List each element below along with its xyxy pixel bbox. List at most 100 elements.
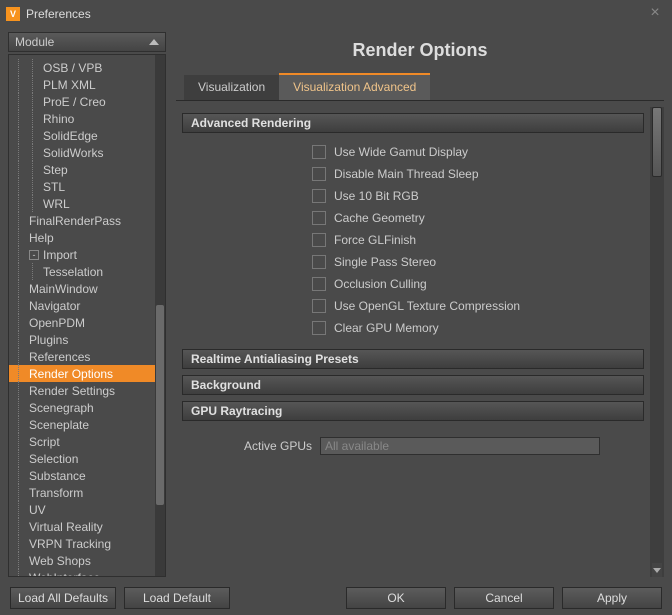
titlebar: V Preferences × — [0, 0, 672, 28]
tree-item-label: OSB / VPB — [43, 61, 102, 75]
pane-wrapper: Advanced Rendering Use Wide Gamut Displa… — [176, 107, 664, 577]
load-all-defaults-button[interactable]: Load All Defaults — [10, 587, 116, 609]
tree-item[interactable]: VRPN Tracking — [9, 535, 155, 552]
tab-visualization[interactable]: Visualization — [184, 75, 279, 100]
tree-item-label: Tesselation — [43, 265, 103, 279]
active-gpus-input[interactable] — [320, 437, 600, 455]
tree-item[interactable]: Script — [9, 433, 155, 450]
option-disable-sleep[interactable]: Disable Main Thread Sleep — [182, 163, 644, 185]
pane-scrollbar-track[interactable] — [650, 107, 664, 577]
tree-item[interactable]: Plugins — [9, 331, 155, 348]
scroll-down-icon[interactable] — [652, 563, 662, 577]
option-single-pass-stereo[interactable]: Single Pass Stereo — [182, 251, 644, 273]
tree-item-label: Import — [43, 248, 77, 262]
checkbox[interactable] — [312, 299, 326, 313]
tree-item[interactable]: Step — [9, 161, 155, 178]
module-label: Module — [15, 35, 54, 49]
checkbox-label: Single Pass Stereo — [334, 255, 436, 269]
module-tree: OSB / VPB PLM XMLProE / CreoRhinoSolidEdg… — [8, 54, 166, 577]
tree-item[interactable]: Tesselation — [9, 263, 155, 280]
ok-button[interactable]: OK — [346, 587, 446, 609]
option-opengl-tex-comp[interactable]: Use OpenGL Texture Compression — [182, 295, 644, 317]
tree-item-label: Virtual Reality — [29, 520, 103, 534]
tree-item[interactable]: WRL — [9, 195, 155, 212]
tree-item[interactable]: Substance — [9, 467, 155, 484]
tree-item-label: Plugins — [29, 333, 68, 347]
section-gpu-raytracing-header[interactable]: GPU Raytracing — [182, 401, 644, 421]
tree-item[interactable]: Transform — [9, 484, 155, 501]
tree-item-label: Script — [29, 435, 60, 449]
tree-item-label: Web Shops — [29, 554, 91, 568]
tree-item[interactable]: Virtual Reality — [9, 518, 155, 535]
tree-item[interactable]: WebInterface — [9, 569, 155, 576]
option-use-10bit[interactable]: Use 10 Bit RGB — [182, 185, 644, 207]
tree-item-label: References — [29, 350, 90, 364]
cancel-button[interactable]: Cancel — [454, 587, 554, 609]
panel-title: Render Options — [176, 40, 664, 61]
checkbox[interactable] — [312, 321, 326, 335]
checkbox[interactable] — [312, 233, 326, 247]
section-advanced-rendering-body: Use Wide Gamut Display Disable Main Thre… — [182, 139, 644, 349]
checkbox[interactable] — [312, 189, 326, 203]
tab-row: Visualization Visualization Advanced — [176, 73, 664, 101]
tree-item[interactable]: Help — [9, 229, 155, 246]
tree-item[interactable]: Render Options — [9, 365, 155, 382]
tree-item[interactable]: Selection — [9, 450, 155, 467]
tree-item[interactable]: STL — [9, 178, 155, 195]
checkbox-label: Use OpenGL Texture Compression — [334, 299, 520, 313]
active-gpus-label: Active GPUs — [242, 439, 312, 453]
tree-item[interactable]: Scenegraph — [9, 399, 155, 416]
option-force-glfinish[interactable]: Force GLFinish — [182, 229, 644, 251]
close-icon[interactable]: × — [646, 4, 664, 22]
checkbox-label: Use 10 Bit RGB — [334, 189, 419, 203]
option-wide-gamut[interactable]: Use Wide Gamut Display — [182, 141, 644, 163]
section-realtime-aa-header[interactable]: Realtime Antialiasing Presets — [182, 349, 644, 369]
apply-button[interactable]: Apply — [562, 587, 662, 609]
tree-item-label: Substance — [29, 469, 86, 483]
tree-item[interactable]: Sceneplate — [9, 416, 155, 433]
tree-scrollbar-thumb[interactable] — [156, 305, 164, 505]
section-background-header[interactable]: Background — [182, 375, 644, 395]
tree-scrollbar-track[interactable] — [155, 55, 165, 576]
tree-item-label: UV — [29, 503, 46, 517]
checkbox[interactable] — [312, 277, 326, 291]
tree-item[interactable]: OSB / VPB — [9, 59, 155, 76]
tree-item[interactable]: -Import — [9, 246, 155, 263]
tree-item-label: Render Options — [29, 367, 113, 381]
tree-item[interactable]: SolidWorks — [9, 144, 155, 161]
option-clear-gpu-mem[interactable]: Clear GPU Memory — [182, 317, 644, 339]
tree-item[interactable]: References — [9, 348, 155, 365]
tree-item[interactable]: SolidEdge — [9, 127, 155, 144]
checkbox-label: Clear GPU Memory — [334, 321, 439, 335]
tree-item-label: Render Settings — [29, 384, 115, 398]
tree-item[interactable]: PLM XML — [9, 76, 155, 93]
checkbox[interactable] — [312, 145, 326, 159]
tree-item[interactable]: Web Shops — [9, 552, 155, 569]
tree-toggle-icon[interactable]: - — [29, 250, 39, 260]
tree-item[interactable]: Rhino — [9, 110, 155, 127]
checkbox[interactable] — [312, 167, 326, 181]
tree-item[interactable]: MainWindow — [9, 280, 155, 297]
option-cache-geometry[interactable]: Cache Geometry — [182, 207, 644, 229]
tree-item[interactable]: Render Settings — [9, 382, 155, 399]
tree-item-label: Step — [43, 163, 68, 177]
tree-item[interactable]: UV — [9, 501, 155, 518]
tree-item[interactable]: OpenPDM — [9, 314, 155, 331]
checkbox[interactable] — [312, 255, 326, 269]
footer: Load All Defaults Load Default OK Cancel… — [0, 581, 672, 615]
tree-item[interactable]: FinalRenderPass — [9, 212, 155, 229]
tree-item-label: Transform — [29, 486, 83, 500]
section-advanced-rendering-header[interactable]: Advanced Rendering — [182, 113, 644, 133]
checkbox[interactable] — [312, 211, 326, 225]
tree-item[interactable]: ProE / Creo — [9, 93, 155, 110]
option-occlusion-culling[interactable]: Occlusion Culling — [182, 273, 644, 295]
tree-item-label: Sceneplate — [29, 418, 89, 432]
tree-item-label: PLM XML — [43, 78, 96, 92]
settings-pane: Advanced Rendering Use Wide Gamut Displa… — [176, 107, 650, 577]
module-dropdown[interactable]: Module — [8, 32, 166, 52]
tree-item[interactable]: Navigator — [9, 297, 155, 314]
tab-visualization-advanced[interactable]: Visualization Advanced — [279, 73, 430, 100]
main-panel: Render Options Visualization Visualizati… — [176, 32, 664, 577]
pane-scrollbar-thumb[interactable] — [652, 107, 662, 177]
load-default-button[interactable]: Load Default — [124, 587, 230, 609]
